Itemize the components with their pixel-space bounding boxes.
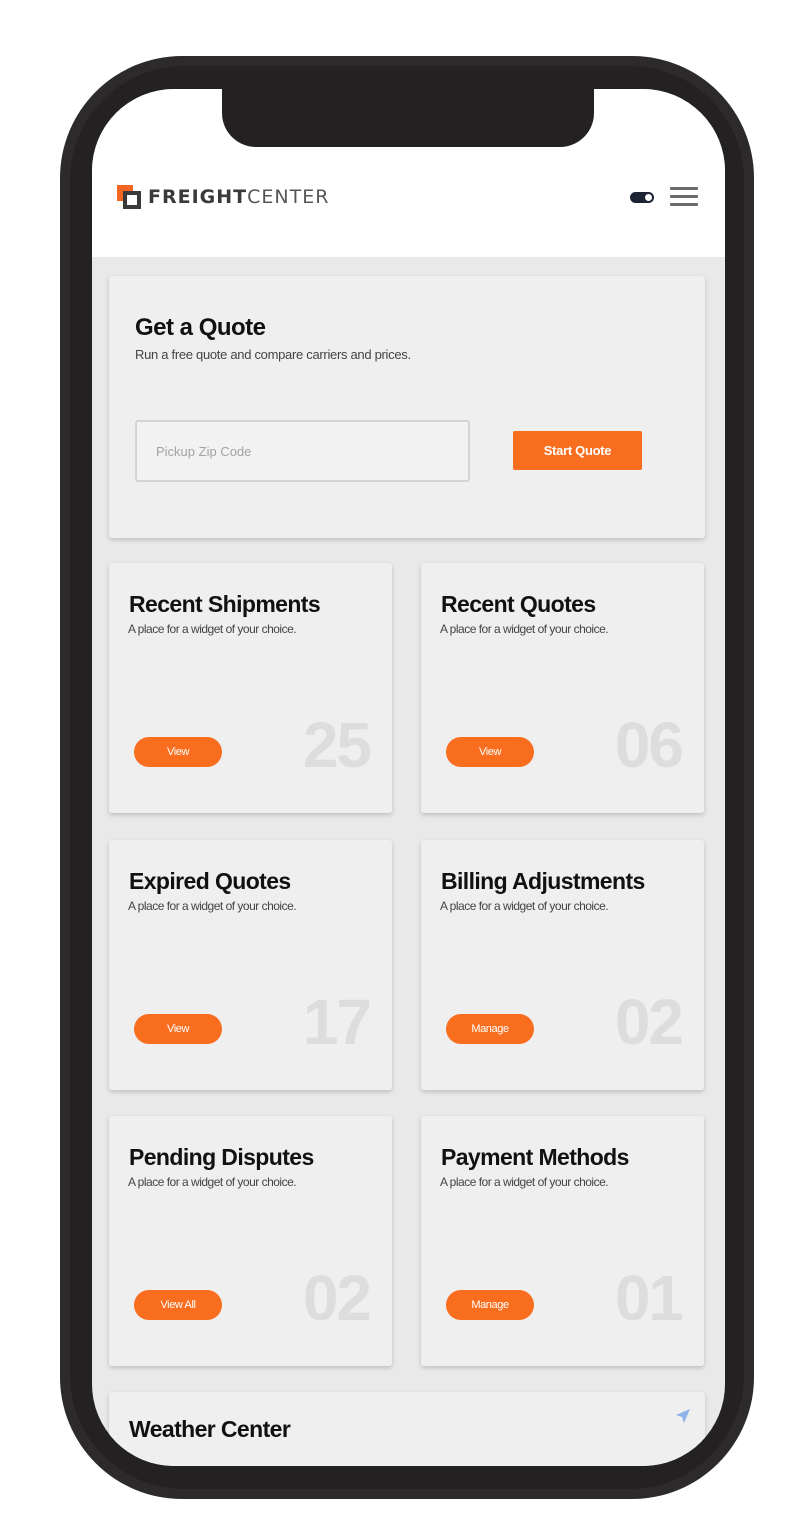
view-expired-quotes-button[interactable]: View [134,1014,222,1044]
freightcenter-logo-icon [117,185,141,209]
widget-subtitle: A place for a widget of your choice. [128,622,297,636]
location-arrow-icon[interactable] [675,1408,691,1424]
weather-center-card: Weather Center [109,1392,705,1466]
widget-count: 02 [614,986,684,1058]
widget-count: 01 [614,1262,684,1334]
widget-pending-disputes: Pending Disputes A place for a widget of… [109,1116,392,1366]
weather-title: Weather Center [129,1416,291,1442]
widget-title: Recent Quotes [441,591,596,617]
widget-subtitle: A place for a widget of your choice. [440,1175,609,1189]
view-shipments-button[interactable]: View [134,737,222,767]
widget-title: Pending Disputes [129,1144,314,1170]
widget-count: 17 [302,986,372,1058]
pickup-zip-input[interactable] [135,420,470,482]
widget-recent-shipments: Recent Shipments A place for a widget of… [109,563,392,813]
phone-notch [222,89,594,147]
widget-title: Expired Quotes [129,868,291,894]
toggle-icon[interactable] [630,192,654,203]
widget-count: 25 [302,709,372,781]
view-all-disputes-button[interactable]: View All [134,1290,222,1320]
widget-count: 02 [302,1262,372,1334]
quote-subtitle: Run a free quote and compare carriers an… [135,347,411,362]
widget-title: Recent Shipments [129,591,321,617]
widget-subtitle: A place for a widget of your choice. [128,1175,297,1189]
widget-billing-adjustments: Billing Adjustments A place for a widget… [421,840,704,1090]
quote-title: Get a Quote [135,314,266,341]
widget-subtitle: A place for a widget of your choice. [440,622,609,636]
manage-billing-button[interactable]: Manage [446,1014,534,1044]
widget-title: Payment Methods [441,1144,629,1170]
get-a-quote-card: Get a Quote Run a free quote and compare… [109,276,705,538]
widget-count: 06 [614,709,684,781]
manage-payment-button[interactable]: Manage [446,1290,534,1320]
widget-subtitle: A place for a widget of your choice. [128,899,297,913]
phone-screen: FREIGHTCENTER Get a Quote Run a free quo… [92,89,725,1466]
widget-title: Billing Adjustments [441,868,645,894]
widget-subtitle: A place for a widget of your choice. [440,899,609,913]
widget-recent-quotes: Recent Quotes A place for a widget of yo… [421,563,704,813]
start-quote-button[interactable]: Start Quote [513,431,642,470]
brand-wordmark: FREIGHTCENTER [148,186,330,208]
widget-payment-methods: Payment Methods A place for a widget of … [421,1116,704,1366]
view-quotes-button[interactable]: View [446,737,534,767]
hamburger-menu-icon[interactable] [670,187,698,207]
brand-logo[interactable]: FREIGHTCENTER [117,185,329,209]
widget-expired-quotes: Expired Quotes A place for a widget of y… [109,840,392,1090]
